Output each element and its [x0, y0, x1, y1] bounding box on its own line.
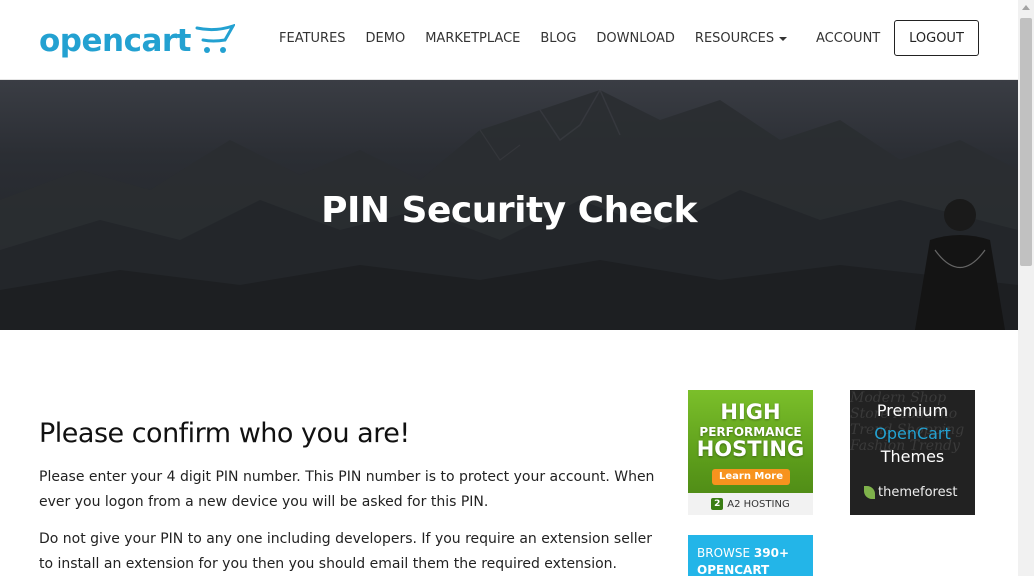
hero-banner: PIN Security Check [0, 80, 1018, 330]
nav-marketplace-label: MARKETPLACE [425, 31, 521, 46]
themeforest-brand-label: themeforest [878, 485, 958, 500]
nav-resources[interactable]: RESOURCES [694, 30, 788, 48]
themeforest-ad[interactable]: Modern Shop Store Moderno Trend Shopping… [850, 390, 975, 515]
nav-marketplace[interactable]: MARKETPLACE [425, 30, 520, 48]
themeforest-line2: OpenCart [874, 424, 951, 443]
a2-ad-line3: HOSTING [696, 437, 805, 461]
site-header: opencart FEATURES DEMO MARKETPLACE BLOG … [0, 0, 1018, 80]
opencart-logo[interactable]: opencart [39, 18, 235, 58]
logout-button[interactable]: LOGOUT [894, 20, 979, 56]
opencart-ad-count: 390+ [753, 546, 790, 560]
nav-blog[interactable]: BLOG [540, 30, 576, 48]
main-nav: FEATURES DEMO MARKETPLACE BLOG DOWNLOAD … [279, 30, 807, 48]
pin-warning: Do not give your PIN to any one includin… [39, 531, 652, 572]
a2-hosting-ad[interactable]: HIGH PERFORMANCE HOSTING Learn More 2 A2… [688, 390, 813, 515]
nav-demo-label: DEMO [365, 31, 406, 46]
account-link[interactable]: ACCOUNT [816, 30, 880, 48]
pin-instructions: Please enter your 4 digit PIN number. Th… [39, 469, 655, 510]
opencart-extensions-ad[interactable]: BROWSE 390+ OPENCART [688, 535, 813, 576]
cart-icon [195, 24, 235, 53]
scroll-thumb[interactable] [1020, 18, 1032, 266]
nav-blog-label: BLOG [540, 31, 577, 46]
nav-download-label: DOWNLOAD [596, 31, 675, 46]
a2-ad-footer-label: A2 HOSTING [727, 498, 790, 510]
confirm-heading: Please confirm who you are! [39, 418, 410, 449]
nav-features-label: FEATURES [279, 31, 346, 46]
nav-resources-label: RESOURCES [694, 31, 775, 46]
themeforest-line1: Premium [876, 401, 949, 420]
a2-logo-icon: 2 [711, 498, 724, 510]
opencart-ad-prefix: BROWSE [697, 546, 754, 560]
themeforest-line3: Themes [880, 447, 945, 466]
themeforest-brand: themeforest [864, 485, 957, 500]
opencart-ad-line2: OPENCART [697, 563, 770, 576]
caret-down-icon [779, 36, 788, 41]
nav-demo[interactable]: DEMO [366, 30, 406, 48]
a2-ad-footer: 2 A2 HOSTING [688, 493, 813, 515]
nav-download[interactable]: DOWNLOAD [596, 30, 675, 48]
scroll-up-arrow-icon[interactable] [1022, 5, 1030, 10]
a2-learn-more-button[interactable]: Learn More [712, 469, 790, 485]
a2-ad-line1: HIGH [720, 400, 781, 424]
page-title: PIN Security Check [321, 190, 697, 231]
opencart-ad-line1: BROWSE 390+ [697, 546, 789, 560]
page-scrollbar[interactable] [1018, 0, 1034, 576]
nav-features[interactable]: FEATURES [279, 30, 346, 48]
logo-text: opencart [39, 23, 191, 59]
leaf-icon [864, 486, 875, 499]
